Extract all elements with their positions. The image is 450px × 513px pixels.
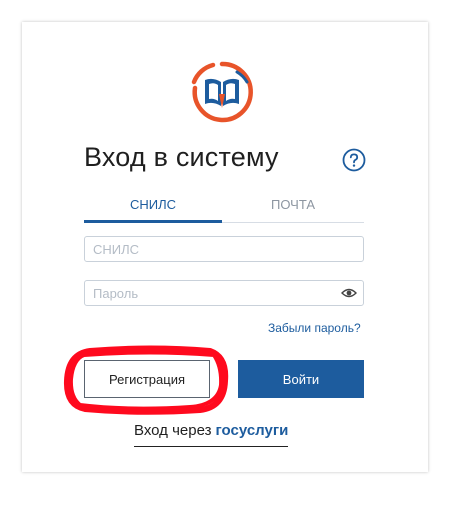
snils-input[interactable] xyxy=(85,237,341,261)
open-book-logo-icon xyxy=(191,61,253,123)
password-field xyxy=(84,280,364,306)
gosuslugi-login-link[interactable]: Вход через госуслуги xyxy=(134,422,289,447)
page-title: Вход в систему xyxy=(84,142,279,172)
gosuslugi-prefix: Вход через xyxy=(134,422,212,439)
gosuslugi-brand: госуслуги xyxy=(215,422,289,439)
eye-icon[interactable] xyxy=(341,286,357,300)
login-page: Вход в систему СНИЛС ПОЧТА Забыли пароль… xyxy=(0,0,450,513)
login-method-tabs: СНИЛС ПОЧТА xyxy=(84,192,364,223)
tab-mail[interactable]: ПОЧТА xyxy=(224,192,362,220)
password-input[interactable] xyxy=(85,281,341,305)
login-button[interactable]: Войти xyxy=(238,360,364,398)
snils-field xyxy=(84,236,364,262)
register-button[interactable]: Регистрация xyxy=(84,360,210,398)
question-circle-icon[interactable] xyxy=(342,148,366,172)
forgot-password-link[interactable]: Забыли пароль? xyxy=(268,321,361,335)
tab-snils[interactable]: СНИЛС xyxy=(84,192,222,223)
